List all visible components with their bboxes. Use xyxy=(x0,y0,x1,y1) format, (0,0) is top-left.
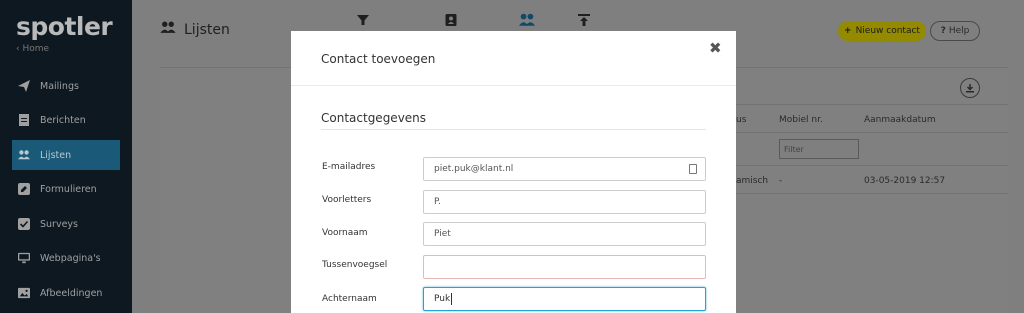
field-label-email: E-mailadres xyxy=(322,162,376,172)
users-icon xyxy=(18,149,30,161)
divider xyxy=(736,193,1008,194)
sidebar-item-label: Surveys xyxy=(40,218,78,230)
users-icon[interactable] xyxy=(519,13,535,27)
field-label-firstname: Voornaam xyxy=(322,228,368,238)
sidebar-item-label: Afbeeldingen xyxy=(40,287,103,299)
sidebar-item-mailings[interactable]: Mailings xyxy=(12,71,120,101)
help-button[interactable]: ? Help xyxy=(930,21,980,41)
divider xyxy=(736,165,1008,166)
sidebar-item-berichten[interactable]: Berichten xyxy=(12,105,120,135)
checkbox-icon xyxy=(18,218,30,230)
paper-plane-icon xyxy=(18,80,30,92)
column-header-mobile[interactable]: Mobiel nr. xyxy=(779,115,823,125)
field-label-infix: Tussenvoegsel xyxy=(322,260,388,270)
document-icon xyxy=(18,114,30,126)
section-title: Contactgegevens xyxy=(321,111,427,125)
sidebar-item-surveys[interactable]: Surveys xyxy=(12,209,120,239)
email-field[interactable]: piet.puk@klant.nl xyxy=(423,157,706,181)
lastname-field[interactable]: Puk xyxy=(423,287,706,311)
close-icon[interactable]: ✖ xyxy=(709,39,722,57)
field-label-lastname: Achternaam xyxy=(322,294,377,304)
plus-icon: + xyxy=(844,26,852,36)
sidebar-item-formulieren[interactable]: Formulieren xyxy=(12,174,120,204)
initials-field[interactable]: P. xyxy=(423,190,706,214)
contact-card-icon xyxy=(689,164,697,174)
text-caret xyxy=(451,293,453,305)
field-label-initials: Voorletters xyxy=(322,195,372,205)
infix-field[interactable] xyxy=(423,255,706,279)
sidebar-item-label: Formulieren xyxy=(40,183,97,195)
filter-input-mobile[interactable]: Filter xyxy=(779,139,859,159)
sidebar-item-afbeeldingen[interactable]: Afbeeldingen xyxy=(12,278,120,308)
cell-status: amisch xyxy=(736,176,769,186)
divider xyxy=(321,129,706,130)
divider xyxy=(736,132,1008,133)
page-title: Lijsten xyxy=(160,21,230,38)
upload-icon[interactable] xyxy=(577,13,591,27)
cell-created: 03-05-2019 12:57 xyxy=(864,176,946,186)
question-icon: ? xyxy=(940,26,946,36)
column-header-status[interactable]: us xyxy=(736,115,746,125)
pencil-square-icon xyxy=(18,183,30,195)
divider xyxy=(291,85,736,86)
sidebar-item-label: Berichten xyxy=(40,114,86,126)
sidebar-item-webpaginas[interactable]: Webpagina's xyxy=(12,243,120,273)
home-link[interactable]: ‹ Home xyxy=(16,44,49,54)
add-contact-modal: Contact toevoegen ✖ Contactgegevens E-ma… xyxy=(291,31,736,313)
modal-title: Contact toevoegen xyxy=(321,52,436,66)
users-icon xyxy=(160,21,176,38)
filter-icon[interactable] xyxy=(356,13,370,27)
divider xyxy=(736,104,1008,105)
image-icon xyxy=(18,287,30,299)
sidebar-item-label: Lijsten xyxy=(40,149,72,161)
sidebar: spotler ‹ Home Mailings Berichten Lijste… xyxy=(0,0,132,313)
sidebar-item-label: Mailings xyxy=(40,80,79,92)
cell-mobile: - xyxy=(779,176,783,186)
column-header-created[interactable]: Aanmaakdatum xyxy=(864,115,936,125)
new-contact-button[interactable]: + Nieuw contact xyxy=(838,21,926,41)
logo[interactable]: spotler xyxy=(16,12,113,41)
sidebar-item-label: Webpagina's xyxy=(40,252,101,264)
monitor-icon xyxy=(18,252,30,264)
sidebar-item-lijsten[interactable]: Lijsten xyxy=(12,140,120,170)
firstname-field[interactable]: Piet xyxy=(423,222,706,246)
contact-card-icon[interactable] xyxy=(444,13,458,27)
page-title-text: Lijsten xyxy=(184,21,230,38)
download-icon[interactable] xyxy=(960,78,980,98)
